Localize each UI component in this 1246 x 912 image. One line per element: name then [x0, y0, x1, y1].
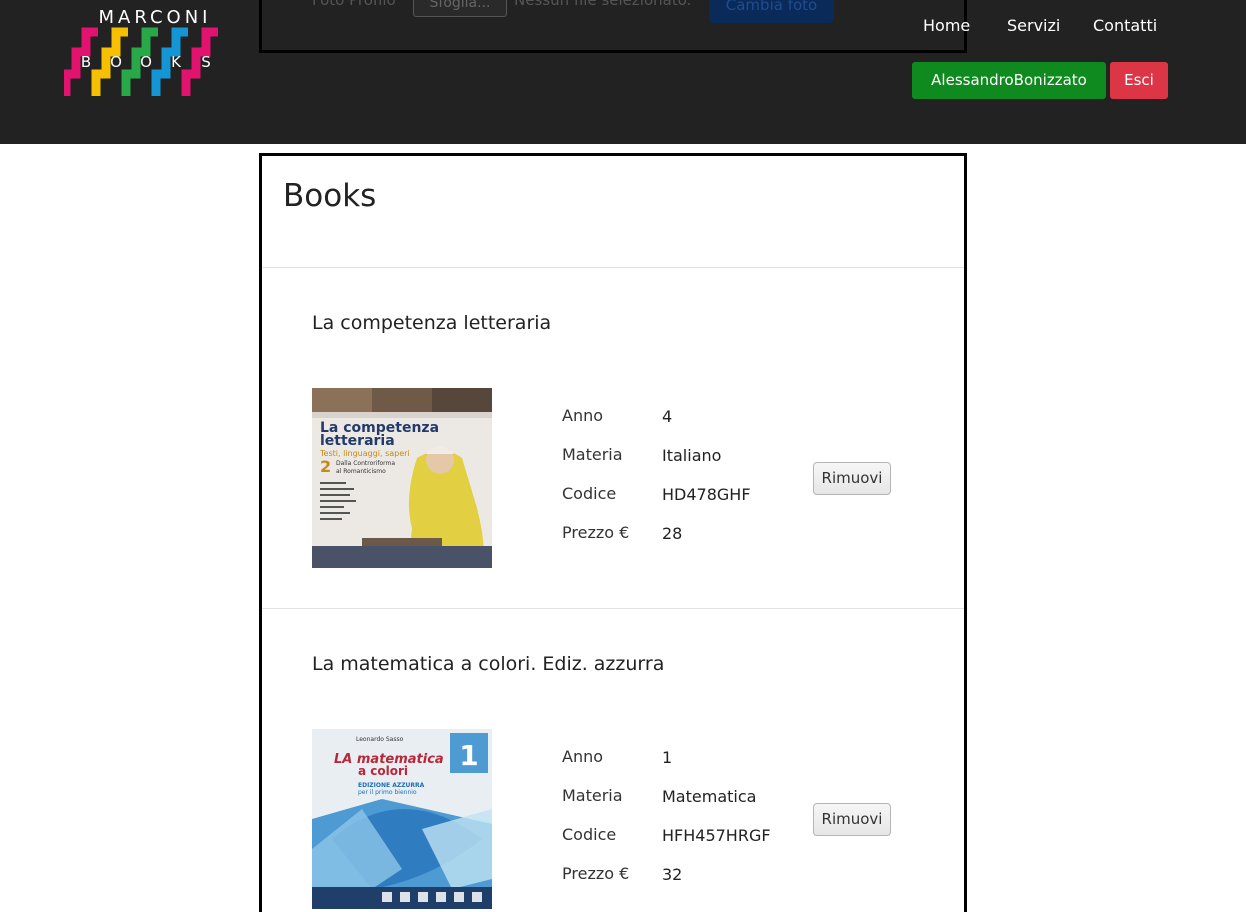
book-cover-image: La competenza letteraria Testi, linguagg…: [312, 388, 492, 568]
cover-title-line-2: letteraria: [320, 433, 395, 449]
brand-letter-o1: O: [110, 53, 122, 71]
subject-value: Matematica: [662, 787, 757, 806]
brand-letter-s: S: [201, 53, 211, 71]
year-value: 1: [662, 748, 673, 767]
book-card: La competenza letteraria La competenza l…: [262, 268, 964, 609]
cover-author: Leonardo Sasso: [356, 736, 404, 743]
browse-file-button[interactable]: Sfoglia...: [413, 0, 507, 17]
books-stairs-logo: B O O K S: [64, 27, 218, 96]
user-profile-button[interactable]: AlessandroBonizzato: [912, 62, 1106, 99]
brand-letter-o2: O: [140, 53, 152, 71]
book-cover-image: 1 Leonardo Sasso LA matematica a colori …: [312, 729, 492, 909]
nav-services-link[interactable]: Servizi: [1007, 16, 1060, 35]
year-value: 4: [662, 407, 673, 426]
subject-label: Materia: [562, 445, 623, 464]
year-label: Anno: [562, 747, 604, 766]
nav-home-link[interactable]: Home: [923, 16, 970, 35]
cover-volume: 1: [459, 739, 478, 772]
cover-tagline: Testi, linguaggi, saperi: [319, 449, 410, 458]
page-title: Books: [283, 178, 377, 214]
price-label: Prezzo €: [562, 523, 630, 542]
cover-volume: 2: [320, 457, 331, 476]
brand-letter-k: K: [171, 53, 182, 71]
price-value: 32: [662, 865, 683, 884]
year-label: Anno: [562, 406, 604, 425]
brand-letter-b: B: [81, 53, 91, 71]
book-card: La matematica a colori. Ediz. azzurra 1 …: [262, 609, 964, 912]
remove-book-button[interactable]: Rimuovi: [813, 803, 891, 836]
code-value: HD478GHF: [662, 485, 751, 504]
price-value: 28: [662, 524, 683, 543]
profile-photo-label: Foto Profilo: [312, 0, 396, 9]
code-label: Codice: [562, 484, 617, 503]
book-title: La competenza letteraria: [312, 312, 552, 334]
navbar: MARCONI B O O K S Foto Profilo Sfoglia..…: [0, 0, 1246, 144]
code-label: Codice: [562, 825, 617, 844]
subject-value: Italiano: [662, 446, 722, 465]
file-status-text: Nessun file selezionato.: [514, 0, 692, 9]
brand-logo[interactable]: MARCONI B O O K S: [64, 8, 220, 98]
change-photo-button[interactable]: Cambia foto: [709, 0, 834, 23]
profile-photo-form: Foto Profilo Sfoglia... Nessun file sele…: [259, 0, 967, 53]
cover-subtitle-line-2: al Romanticismo: [336, 468, 386, 475]
books-panel: Books La competenza letteraria La compet…: [259, 153, 967, 912]
remove-book-button[interactable]: Rimuovi: [813, 462, 891, 495]
code-value: HFH457HRGF: [662, 826, 771, 845]
cover-edition-line-1: EDIZIONE AZZURRA: [358, 782, 425, 789]
price-label: Prezzo €: [562, 864, 630, 883]
logout-button[interactable]: Esci: [1110, 62, 1168, 99]
cover-title-line-2: a colori: [358, 764, 408, 778]
book-title: La matematica a colori. Ediz. azzurra: [312, 653, 665, 675]
subject-label: Materia: [562, 786, 623, 805]
cover-edition-line-2: per il primo biennio: [358, 789, 417, 796]
cover-subtitle-line-1: Dalla Controriforma: [336, 460, 395, 467]
nav-contacts-link[interactable]: Contatti: [1093, 16, 1157, 35]
